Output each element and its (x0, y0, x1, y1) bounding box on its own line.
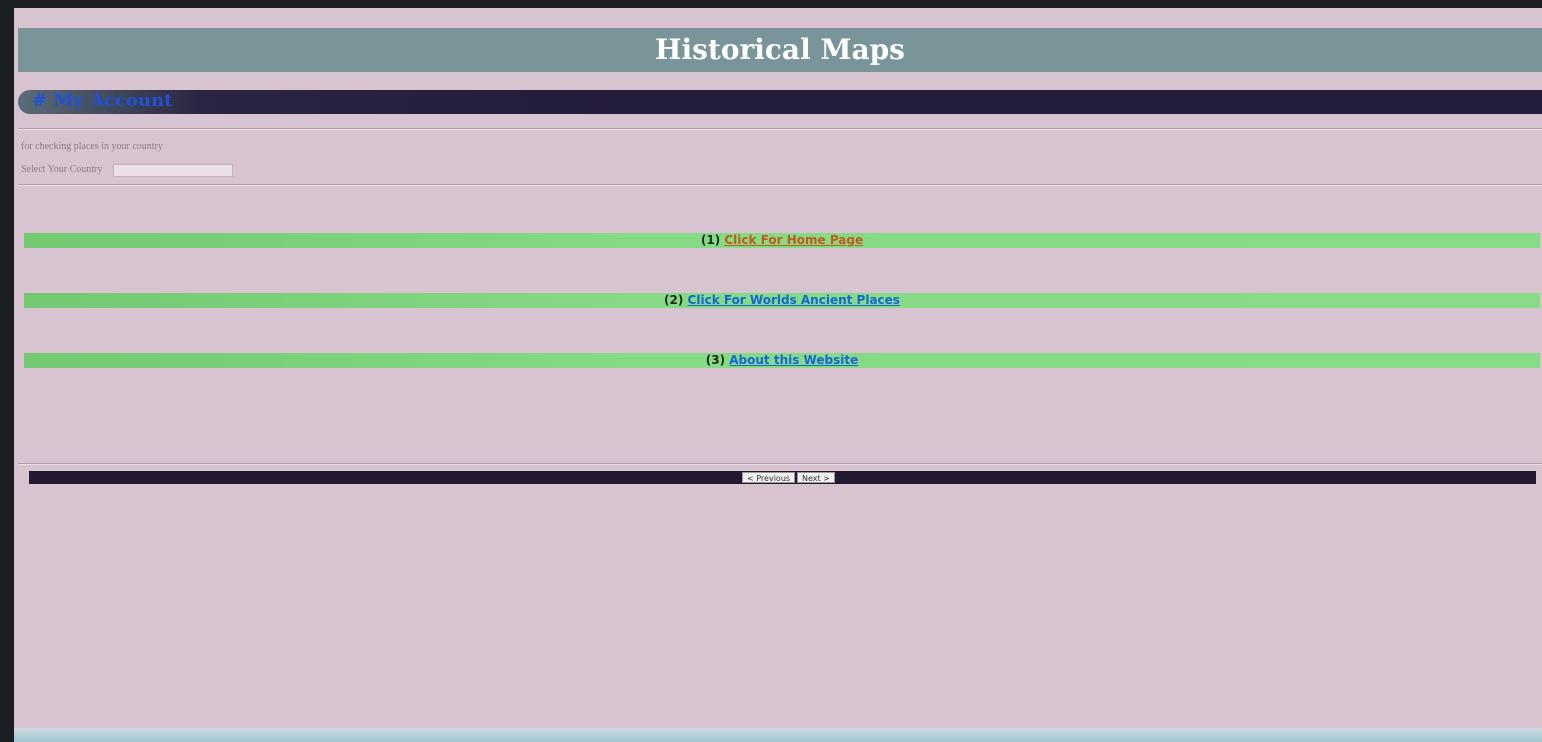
country-info-text: for checking places in your country (21, 141, 163, 152)
ancient-places-number: (2) (664, 293, 684, 307)
country-input[interactable] (113, 164, 233, 177)
browser-viewport: Historical Maps # My Account for checkin… (14, 8, 1542, 742)
pager-bar: < Previous Next > (29, 471, 1536, 484)
page-title: Historical Maps (18, 28, 1542, 72)
home-link-row: (1) Click For Home Page (24, 233, 1540, 248)
home-page-link[interactable]: Click For Home Page (724, 233, 863, 247)
about-website-link[interactable]: About this Website (729, 353, 858, 367)
ancient-places-row: (2) Click For Worlds Ancient Places (24, 293, 1540, 308)
divider-top (18, 128, 1542, 130)
previous-button[interactable]: < Previous (742, 472, 796, 483)
account-bar: # My Account (18, 90, 1542, 114)
os-taskbar (14, 728, 1542, 742)
ancient-places-link[interactable]: Click For Worlds Ancient Places (688, 293, 900, 307)
home-link-number: (1) (700, 233, 721, 247)
my-account-link[interactable]: # My Account (32, 90, 172, 112)
about-number: (3) (705, 353, 726, 367)
divider-bottom (18, 463, 1542, 465)
about-row: (3) About this Website (24, 353, 1540, 368)
next-button[interactable]: Next > (797, 472, 835, 483)
divider-middle (18, 184, 1542, 186)
country-label: Select Your Country (21, 164, 103, 175)
